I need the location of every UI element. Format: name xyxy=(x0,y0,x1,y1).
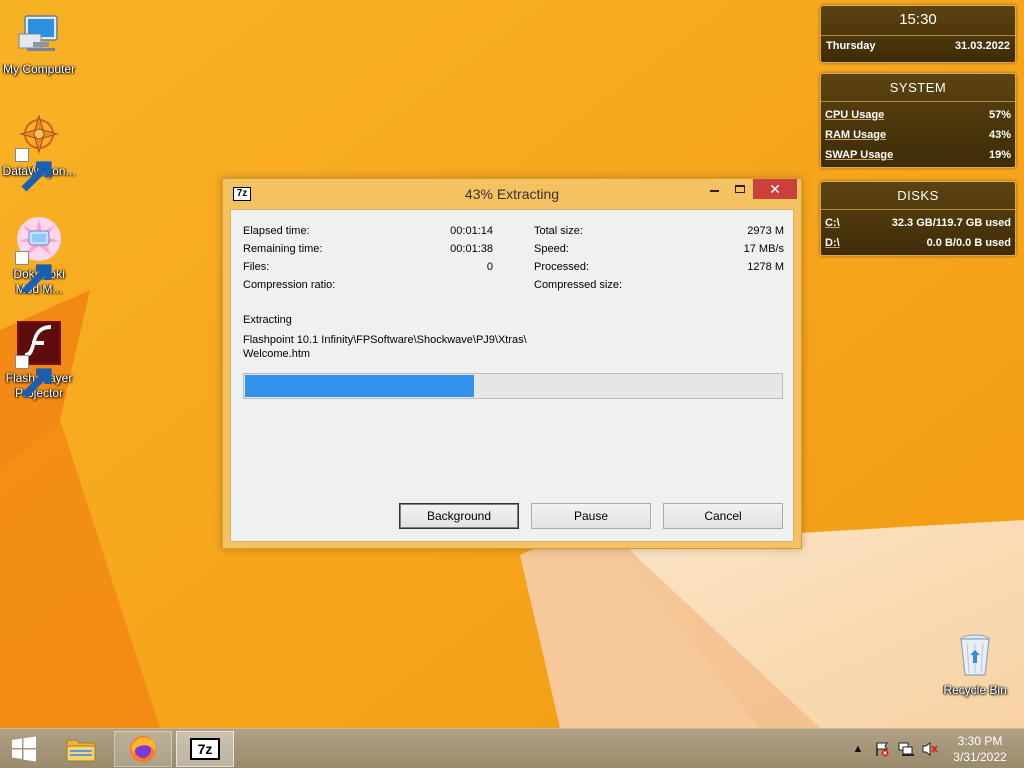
system-row-value: 19% xyxy=(988,149,1011,161)
system-row-value: 57% xyxy=(988,109,1011,121)
stat-remaining-time: Remaining time: 00:01:38 xyxy=(243,242,493,256)
disk-row-value: 0.0 B/0.0 B used xyxy=(926,237,1011,249)
maximize-icon xyxy=(735,185,745,193)
stat-files: Files: 0 xyxy=(243,260,493,274)
desktop-icon-doki-doki[interactable]: Doki Doki Mod M... xyxy=(0,215,78,297)
gadget-date: 31.03.2022 xyxy=(954,40,1010,52)
taskbar-file-explorer[interactable] xyxy=(52,731,110,767)
disk-row-value: 32.3 GB/119.7 GB used xyxy=(891,217,1011,229)
extraction-dialog[interactable]: 7z 43% Extracting ✕ Elapsed time: 00:01:… xyxy=(222,178,802,549)
desktop-icon-datawagon[interactable]: DataWagon... xyxy=(0,112,78,192)
cancel-button[interactable]: Cancel xyxy=(663,503,783,529)
minimize-button[interactable] xyxy=(701,179,727,199)
windows-logo-icon xyxy=(12,736,36,762)
taskbar-clock[interactable]: 3:30 PM 3/31/2022 xyxy=(950,733,1010,765)
disks-gadget[interactable]: DISKS C:\ 32.3 GB/119.7 GB used D:\ 0.0 … xyxy=(820,181,1016,256)
desktop-icon-recycle-bin[interactable]: Recycle Bin xyxy=(936,631,1014,698)
7zip-icon: 7z xyxy=(190,738,220,760)
stat-value: 2973 M xyxy=(747,225,784,237)
network-icon[interactable] xyxy=(897,741,915,757)
path-line-directory: Flashpoint 10.1 Infinity\FPSoftware\Shoc… xyxy=(243,334,527,346)
clock-gadget[interactable]: 15:30 Thursday 31.03.2022 xyxy=(820,5,1016,63)
action-center-flag-icon[interactable] xyxy=(873,741,891,757)
stat-value: 1278 M xyxy=(747,261,784,273)
stat-label: Total size: xyxy=(534,225,583,237)
disk-row-label: C:\ xyxy=(825,217,840,229)
computer-icon xyxy=(15,10,63,58)
system-gadget[interactable]: SYSTEM CPU Usage 57% RAM Usage 43% SWAP … xyxy=(820,73,1016,168)
disk-row-d: D:\ 0.0 B/0.0 B used xyxy=(821,233,1015,253)
progress-bar-fill xyxy=(245,375,475,397)
shortcut-arrow-icon xyxy=(15,355,52,399)
flash-player-icon xyxy=(15,319,63,399)
doki-doki-icon xyxy=(15,215,63,295)
stat-label: Speed: xyxy=(534,243,569,255)
minimize-icon xyxy=(709,190,719,192)
stat-label: Compressed size: xyxy=(534,279,623,291)
status-label: Extracting xyxy=(243,314,292,326)
shortcut-arrow-icon xyxy=(15,148,52,192)
stat-value: 0 xyxy=(486,261,493,273)
stat-value: 00:01:14 xyxy=(450,225,493,237)
system-row-label: RAM Usage xyxy=(825,129,887,141)
path-line-filename: Welcome.htm xyxy=(243,348,311,360)
system-row-label: CPU Usage xyxy=(825,109,885,121)
stat-processed: Processed: 1278 M xyxy=(534,260,784,274)
system-row-cpu: CPU Usage 57% xyxy=(821,105,1015,125)
close-button[interactable]: ✕ xyxy=(753,179,797,199)
chevron-up-icon[interactable]: ▲ xyxy=(849,741,867,757)
stat-label: Compression ratio: xyxy=(243,279,336,291)
volume-muted-icon[interactable] xyxy=(921,741,939,757)
desktop-icon-my-computer[interactable]: My Computer xyxy=(0,10,78,77)
stat-label: Processed: xyxy=(534,261,590,273)
stat-label: Remaining time: xyxy=(243,243,323,255)
recycle-bin-icon xyxy=(951,631,999,679)
maximize-button[interactable] xyxy=(727,179,753,199)
disk-row-c: C:\ 32.3 GB/119.7 GB used xyxy=(821,213,1015,233)
gadget-day: Thursday xyxy=(826,40,876,52)
stat-value: 17 MB/s xyxy=(743,243,784,255)
stat-compression-ratio: Compression ratio: xyxy=(243,278,493,292)
system-row-ram: RAM Usage 43% xyxy=(821,125,1015,145)
system-row-value: 43% xyxy=(988,129,1011,141)
pause-button[interactable]: Pause xyxy=(531,503,651,529)
desktop-icon-label: Recycle Bin xyxy=(943,683,1007,697)
close-icon: ✕ xyxy=(769,181,781,197)
progress-bar xyxy=(243,373,783,399)
disk-row-label: D:\ xyxy=(825,237,840,249)
taskbar-time: 3:30 PM xyxy=(957,734,1003,748)
stat-label: Files: xyxy=(243,261,270,273)
current-file-path: Flashpoint 10.1 Infinity\FPSoftware\Shoc… xyxy=(243,333,563,361)
taskbar: 7z ▲ 3:30 PM 3/31/2022 xyxy=(0,728,1024,768)
firefox-icon xyxy=(130,736,156,762)
taskbar-date: 3/31/2022 xyxy=(953,750,1007,764)
stat-elapsed-time: Elapsed time: 00:01:14 xyxy=(243,224,493,238)
file-explorer-icon xyxy=(66,739,96,762)
datawagon-icon xyxy=(15,112,63,192)
disks-gadget-title: DISKS xyxy=(821,182,1015,210)
desktop-icon-label: My Computer xyxy=(2,62,76,76)
dialog-titlebar[interactable]: 7z 43% Extracting ✕ xyxy=(223,179,801,209)
desktop-icon-flash-player[interactable]: Flash Player Projector xyxy=(0,319,78,401)
start-button[interactable] xyxy=(0,729,48,768)
dialog-client-area: Elapsed time: 00:01:14 Remaining time: 0… xyxy=(230,209,794,542)
system-gadget-title: SYSTEM xyxy=(821,74,1015,102)
taskbar-firefox[interactable] xyxy=(114,731,172,767)
system-row-swap: SWAP Usage 19% xyxy=(821,145,1015,165)
background-button[interactable]: Background xyxy=(399,503,519,529)
stat-total-size: Total size: 2973 M xyxy=(534,224,784,238)
gadget-time: 15:30 xyxy=(821,6,1015,36)
stat-value: 00:01:38 xyxy=(450,243,493,255)
stat-compressed-size: Compressed size: xyxy=(534,278,784,292)
system-row-label: SWAP Usage xyxy=(825,149,894,161)
stat-speed: Speed: 17 MB/s xyxy=(534,242,784,256)
taskbar-7zip[interactable]: 7z xyxy=(176,731,234,767)
shortcut-arrow-icon xyxy=(15,251,52,295)
stat-label: Elapsed time: xyxy=(243,225,310,237)
